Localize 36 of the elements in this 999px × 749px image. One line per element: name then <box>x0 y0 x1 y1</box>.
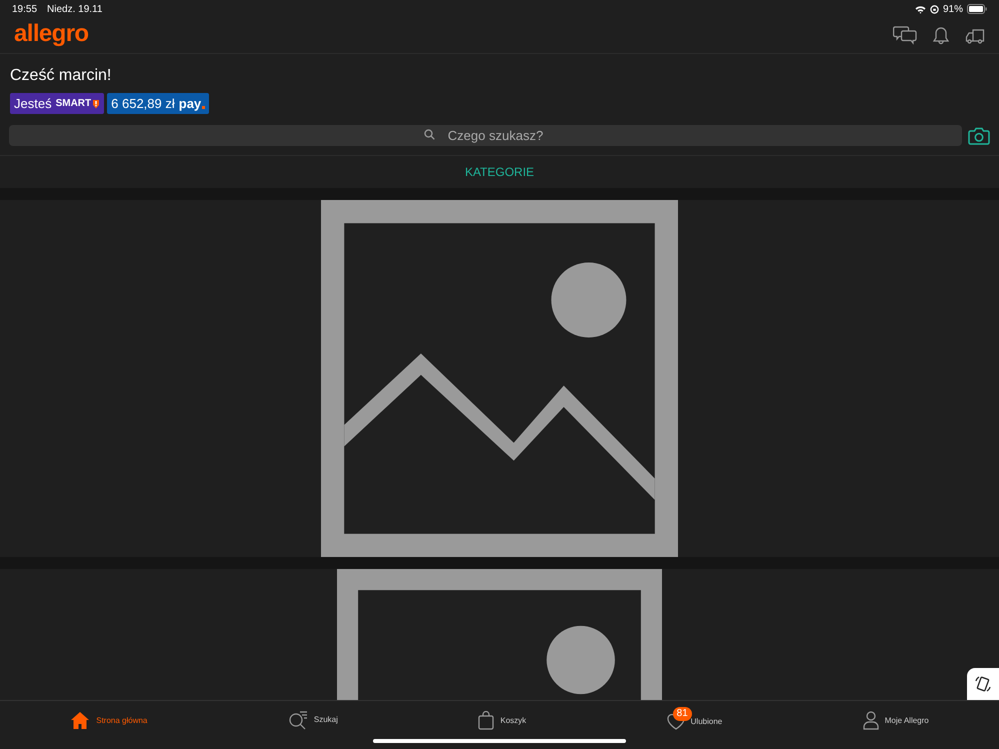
badge-label: Jesteś <box>14 94 52 113</box>
balance-badge[interactable]: 6 652,89 zł pay <box>107 93 210 114</box>
rotate-screen-button[interactable] <box>967 668 999 700</box>
search-icon <box>288 710 308 730</box>
image-placeholder-icon <box>337 569 662 700</box>
exclamation-icon <box>92 98 100 108</box>
allegro-logo[interactable]: allegro <box>14 22 88 46</box>
greeting-text: Cześć marcin! <box>10 66 112 86</box>
shopping-bag-icon <box>478 711 494 730</box>
categories-link[interactable]: KATEGORIE <box>464 163 534 181</box>
bell-icon[interactable] <box>933 26 949 44</box>
image-placeholder-icon <box>321 200 678 557</box>
camera-icon[interactable] <box>968 127 990 145</box>
truck-icon[interactable] <box>965 28 985 44</box>
wifi-icon <box>914 4 926 14</box>
tab-bar-item[interactable]: Moje Allegro <box>862 711 929 730</box>
chat-icon[interactable] <box>893 26 917 45</box>
lock-rotation-icon <box>930 4 939 14</box>
home-icon <box>70 711 90 730</box>
tab-bar-item[interactable]: Strona główna <box>70 711 148 730</box>
tab-bar-item[interactable]: Koszyk <box>478 711 526 730</box>
battery-icon <box>967 4 987 14</box>
status-time: 19:55 <box>12 2 38 16</box>
smart-logo: SMART <box>56 97 92 111</box>
tab-bar-item[interactable]: Szukaj <box>288 710 338 730</box>
battery-percent: 91% <box>942 2 963 16</box>
tab-bar-item[interactable]: Ulubione 81 <box>666 707 722 730</box>
phone-rotate-icon <box>974 675 992 693</box>
badge-label: 6 652,89 zł <box>111 94 175 113</box>
count-badge: 81 <box>672 707 692 721</box>
status-date: Niedz. 19.11 <box>47 2 102 16</box>
search-icon <box>424 129 435 140</box>
smart-badge[interactable]: Jesteś SMART <box>10 93 104 114</box>
user-icon <box>862 711 879 730</box>
pay-logo: pay <box>178 94 202 113</box>
search-field[interactable]: Czego szukasz? <box>9 125 962 146</box>
